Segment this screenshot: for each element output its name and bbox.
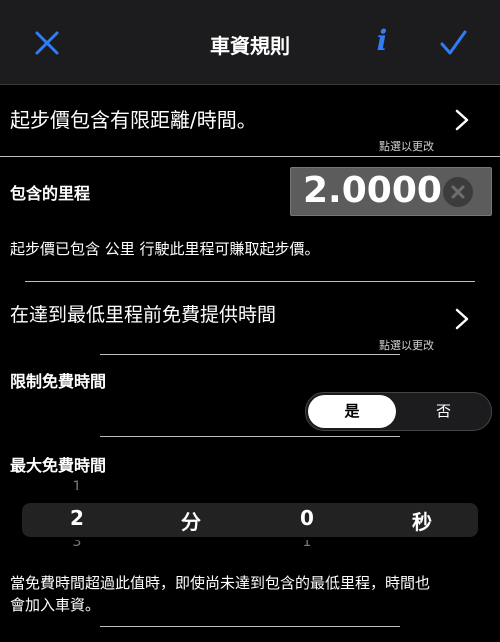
minutes-value[interactable]: 2 <box>57 506 97 530</box>
close-icon <box>35 31 59 55</box>
option-yes[interactable]: 是 <box>308 395 396 428</box>
free-time-before-min-distance-row[interactable]: 在達到最低里程前免費提供時間 點選以更改 <box>0 290 500 352</box>
nav-bar: 車資規則 i <box>0 0 500 85</box>
seconds-next-value: 1 <box>302 540 312 550</box>
base-fare-label: 起步價包含有限距離/時間。 <box>10 108 257 132</box>
seconds-unit: 秒 <box>412 510 432 534</box>
max-free-time-picker[interactable]: 1 2 3 分 0 1 秒 <box>0 480 500 552</box>
limit-free-time-toggle: 是 否 <box>305 392 492 431</box>
base-fare-includes-row[interactable]: 起步價包含有限距離/時間。 點選以更改 <box>0 84 500 156</box>
footer-note-line-2: 會加入車資。 <box>10 596 101 614</box>
minutes-unit: 分 <box>181 510 201 534</box>
info-button[interactable]: i <box>370 24 394 60</box>
tap-to-change-hint: 點選以更改 <box>379 140 434 153</box>
free-time-label: 在達到最低里程前免費提供時間 <box>10 304 277 326</box>
close-button[interactable] <box>30 26 64 60</box>
clear-icon <box>451 185 465 199</box>
clear-button[interactable] <box>443 177 473 207</box>
seconds-value[interactable]: 0 <box>287 506 327 530</box>
minutes-previous-value: 1 <box>72 480 82 490</box>
max-free-time-label: 最大免費時間 <box>10 456 107 475</box>
minutes-next-value: 3 <box>72 540 82 550</box>
included-distance-label: 包含的里程 <box>10 184 91 203</box>
divider <box>25 281 475 282</box>
included-distance-value: 2.0000 <box>303 170 442 211</box>
confirm-button[interactable] <box>438 28 468 58</box>
divider <box>0 156 500 157</box>
footer-note-line-1: 當免費時間超過此值時，即使尚未達到包含的最低里程，時間也 <box>10 574 431 592</box>
chevron-right-icon <box>455 308 469 330</box>
included-distance-input[interactable]: 2.0000 <box>290 167 492 216</box>
limit-free-time-label: 限制免費時間 <box>10 372 107 391</box>
checkmark-icon <box>440 30 467 55</box>
tap-to-change-hint: 點選以更改 <box>379 339 434 352</box>
included-distance-description: 起步價已包含 公里 行駛此里程可賺取起步價。 <box>10 240 320 258</box>
chevron-right-icon <box>455 109 469 131</box>
divider <box>100 626 400 627</box>
option-no[interactable]: 否 <box>398 395 489 428</box>
divider <box>100 354 400 355</box>
divider <box>100 436 400 437</box>
page-title: 車資規則 <box>210 34 290 58</box>
